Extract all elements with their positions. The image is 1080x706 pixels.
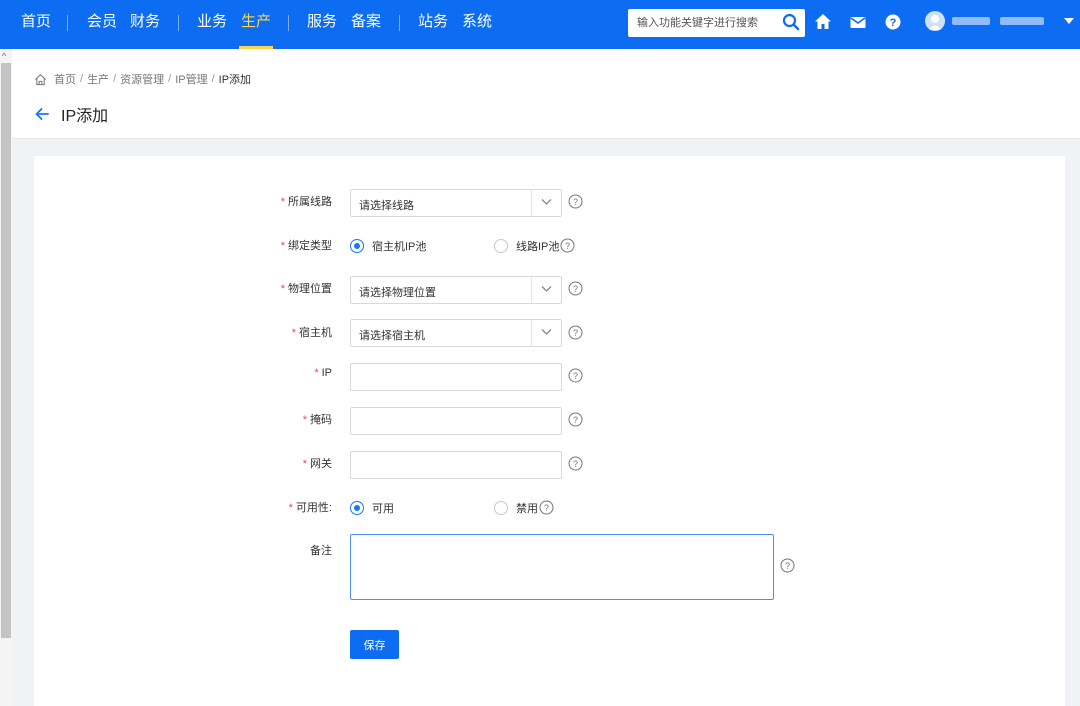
breadcrumb-current: IP添加 [218, 74, 252, 86]
help-circle-icon[interactable]: ? [568, 368, 583, 383]
nav-system[interactable]: 系统 [462, 0, 492, 49]
top-navbar: 首页 会员 财务 业务 生产 服务 备案 站务 系统 ? [0, 0, 1080, 49]
gateway-label: * 网关 [302, 458, 332, 470]
svg-text:?: ? [544, 503, 549, 513]
ip-label: * IP [314, 367, 332, 379]
help-circle-icon[interactable]: ? [568, 412, 583, 427]
chevron-down-icon [541, 286, 552, 292]
nav-divider [399, 15, 400, 31]
nav-divider [67, 15, 68, 31]
svg-text:?: ? [565, 241, 570, 251]
chevron-down-icon [541, 199, 552, 205]
nav-site[interactable]: 站务 [418, 0, 448, 49]
radio-line-ip-pool[interactable]: 线路IP池 [494, 238, 559, 254]
form-card: * 所属线路 请选择线路 ? * 绑定类型 宿主机IP池 线路IP池 ? * 物理位置… [34, 156, 1065, 706]
radio-available[interactable]: 可用 [350, 500, 394, 516]
mask-input[interactable] [350, 407, 562, 435]
help-circle-icon[interactable]: ? [539, 500, 554, 515]
availability-label: * 可用性: [288, 502, 332, 514]
username-redacted[interactable] [952, 15, 1056, 27]
radio-disabled[interactable]: 禁用 [494, 500, 538, 516]
svg-text:?: ? [785, 561, 790, 571]
breadcrumb: 首页 / 生产 / 资源管理 / IP管理 / IP添加 [34, 71, 251, 87]
svg-text:?: ? [573, 415, 578, 425]
radio-button-checked[interactable] [350, 239, 364, 253]
help-icon[interactable]: ? [883, 12, 903, 32]
breadcrumb-separator: / [80, 73, 84, 85]
radio-button-checked[interactable] [350, 501, 364, 515]
location-label: * 物理位置 [280, 283, 332, 295]
user-icon [928, 15, 942, 30]
title-row: IP添加 [34, 102, 108, 126]
breadcrumb-separator: / [113, 73, 117, 85]
radio-host-ip-pool[interactable]: 宿主机IP池 [350, 238, 426, 254]
page-header: 首页 / 生产 / 资源管理 / IP管理 / IP添加 IP添加 [12, 49, 1080, 139]
line-label: * 所属线路 [280, 196, 332, 208]
page-title: IP添加 [61, 108, 109, 125]
caret-down-icon[interactable] [1064, 17, 1074, 25]
host-select-value: 请选择宿主机 [359, 330, 425, 342]
nav-business[interactable]: 业务 [197, 0, 227, 49]
breadcrumb-ip-management[interactable]: IP管理 [175, 71, 207, 87]
svg-text:?: ? [573, 459, 578, 469]
nav-production[interactable]: 生产 [238, 0, 274, 49]
nav-service[interactable]: 服务 [307, 0, 337, 49]
search-box [628, 9, 805, 37]
note-textarea[interactable] [350, 534, 774, 600]
left-scrollbar[interactable]: ^ [0, 49, 12, 706]
host-label: * 宿主机 [291, 327, 332, 339]
breadcrumb-separator: / [211, 73, 215, 85]
save-button[interactable]: 保存 [350, 630, 399, 659]
avatar[interactable] [925, 11, 945, 31]
svg-text:?: ? [573, 284, 578, 294]
line-select-value: 请选择线路 [359, 200, 414, 212]
svg-text:?: ? [573, 197, 578, 207]
radio-button-unchecked[interactable] [494, 239, 508, 253]
help-circle-icon[interactable]: ? [560, 238, 575, 253]
note-label: 备注 [310, 545, 332, 557]
scrollbar-thumb[interactable] [1, 63, 11, 638]
svg-text:?: ? [573, 328, 578, 338]
help-circle-icon[interactable]: ? [780, 558, 795, 573]
back-arrow-icon[interactable] [34, 106, 50, 122]
host-select[interactable]: 请选择宿主机 [350, 319, 562, 347]
breadcrumb-production[interactable]: 生产 [87, 71, 109, 87]
breadcrumb-separator: / [168, 73, 172, 85]
nav-filing[interactable]: 备案 [351, 0, 381, 49]
home-icon[interactable] [813, 12, 833, 32]
breadcrumb-resource-management[interactable]: 资源管理 [120, 71, 164, 87]
search-input[interactable] [628, 9, 778, 37]
nav-divider [178, 15, 179, 31]
bind-type-label: * 绑定类型 [280, 240, 332, 252]
mask-label: * 掩码 [302, 414, 332, 426]
location-select-value: 请选择物理位置 [359, 287, 436, 299]
nav-divider [288, 15, 289, 31]
nav-finance[interactable]: 财务 [130, 0, 160, 49]
scroll-up-icon[interactable]: ^ [2, 51, 6, 61]
nav-member[interactable]: 会员 [87, 0, 117, 49]
help-circle-icon[interactable]: ? [568, 281, 583, 296]
svg-text:?: ? [890, 17, 897, 29]
ip-input[interactable] [350, 363, 562, 391]
help-circle-icon[interactable]: ? [568, 325, 583, 340]
home-icon[interactable] [34, 73, 47, 86]
svg-text:?: ? [573, 371, 578, 381]
breadcrumb-home[interactable]: 首页 [54, 71, 76, 87]
help-circle-icon[interactable]: ? [568, 456, 583, 471]
chevron-down-icon [541, 329, 552, 335]
nav-home[interactable]: 首页 [21, 0, 51, 49]
gateway-input[interactable] [350, 451, 562, 479]
radio-button-unchecked[interactable] [494, 501, 508, 515]
location-select[interactable]: 请选择物理位置 [350, 276, 562, 304]
line-select[interactable]: 请选择线路 [350, 189, 562, 217]
help-circle-icon[interactable]: ? [568, 194, 583, 209]
mail-icon[interactable] [848, 12, 868, 32]
search-icon[interactable] [782, 13, 800, 31]
